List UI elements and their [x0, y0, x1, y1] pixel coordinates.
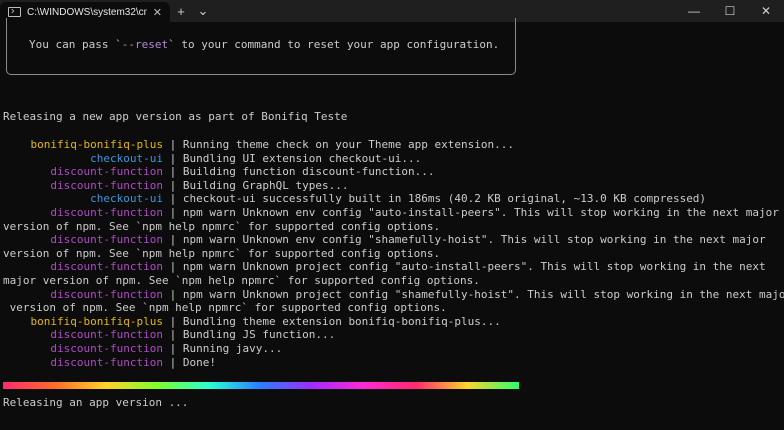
log-line: discount-function | Building function di… — [3, 165, 435, 179]
log-message: Done! — [182, 355, 216, 369]
close-button[interactable]: ✕ — [748, 0, 784, 22]
reset-flag: --reset — [121, 38, 169, 51]
log-separator: | — [163, 260, 183, 274]
log-line: discount-function | npm warn Unknown pro… — [3, 260, 766, 274]
log-source: discount-function — [50, 178, 163, 192]
log-source: checkout-ui — [90, 151, 163, 165]
maximize-button[interactable]: ☐ — [712, 0, 748, 22]
log-source: bonifiq-bonifiq-plus — [30, 314, 163, 328]
log-message: Running javy... — [182, 342, 283, 355]
log-source: discount-function — [50, 328, 163, 342]
log-separator: | — [163, 314, 183, 328]
log-message: version of npm. See `npm help npmrc` for… — [3, 301, 447, 315]
status-line: Releasing an app version ... — [3, 396, 189, 409]
log-separator: | — [163, 138, 183, 151]
log-separator: | — [163, 165, 183, 179]
log-line: discount-function | Bundling JS function… — [3, 328, 335, 342]
log-source: discount-function — [50, 355, 163, 369]
log-message: major version of npm. See `npm help npmr… — [3, 274, 480, 287]
log-source: discount-function — [50, 233, 163, 247]
log-separator: | — [163, 233, 183, 247]
log-line: checkout-ui | checkout-ui successfully b… — [3, 192, 706, 206]
log-line: checkout-ui | Bundling UI extension chec… — [3, 152, 421, 166]
log-line: major version of npm. See `npm help npmr… — [3, 274, 480, 288]
log-message: npm warn Unknown project config "shamefu… — [182, 287, 784, 301]
log-source: bonifiq-bonifiq-plus — [30, 138, 163, 151]
log-separator: | — [163, 328, 183, 342]
progress-bar — [3, 382, 519, 389]
info-text: You can pass `--reset` to your command t… — [29, 38, 499, 52]
log-line: discount-function | npm warn Unknown env… — [3, 233, 766, 247]
log-separator: | — [163, 151, 183, 165]
info-text-pre: You can pass ` — [29, 38, 122, 51]
terminal-icon — [8, 7, 21, 17]
log-message: Bundling UI extension checkout-ui... — [182, 151, 422, 165]
log-message: checkout-ui successfully built in 186ms … — [182, 192, 707, 206]
log-line: version of npm. See `npm help npmrc` for… — [3, 247, 440, 261]
minimize-button[interactable]: — — [676, 0, 712, 22]
tab-close-icon[interactable]: ✕ — [153, 6, 162, 19]
log-source: discount-function — [50, 260, 163, 274]
log-line: version of npm. See `npm help npmrc` for… — [3, 301, 447, 315]
release-heading: Releasing a new app version as part of B… — [3, 110, 348, 123]
tab-title: C:\WINDOWS\system32\cmd. — [27, 6, 147, 18]
log-separator: | — [163, 355, 183, 369]
log-line: bonifiq-bonifiq-plus | Running theme che… — [3, 138, 514, 152]
info-box: You can pass `--reset` to your command t… — [6, 18, 516, 75]
info-text-post: ` to your command to reset your app conf… — [168, 38, 500, 51]
log-source: discount-function — [50, 342, 163, 355]
log-separator: | — [163, 178, 183, 192]
log-message: npm warn Unknown project config "auto-in… — [182, 260, 766, 274]
log-message: Bundling JS function... — [182, 328, 336, 342]
log-separator: | — [163, 287, 183, 301]
log-line: discount-function | Done! — [3, 356, 216, 370]
log-separator: | — [163, 342, 183, 355]
log-separator: | — [163, 192, 183, 206]
log-source: discount-function — [50, 165, 163, 179]
log-message: npm warn Unknown env config "auto-instal… — [182, 206, 779, 219]
log-message: Running theme check on your Theme app ex… — [182, 138, 515, 151]
log-message: version of npm. See `npm help npmrc` for… — [3, 219, 441, 233]
log-message: Building GraphQL types... — [182, 178, 349, 192]
log-line: discount-function | npm warn Unknown pro… — [3, 288, 784, 302]
log-message: Building function discount-function... — [182, 165, 435, 179]
log-line: discount-function | Building GraphQL typ… — [3, 179, 348, 193]
log-line: discount-function | npm warn Unknown env… — [3, 206, 779, 220]
log-message: version of npm. See `npm help npmrc` for… — [3, 246, 441, 260]
log-line: bonifiq-bonifiq-plus | Bundling theme ex… — [3, 315, 501, 329]
terminal-output[interactable]: You can pass `--reset` to your command t… — [0, 18, 784, 430]
log-line: discount-function | Running javy... — [3, 342, 282, 356]
log-line: version of npm. See `npm help npmrc` for… — [3, 220, 440, 234]
log-message: Bundling theme extension bonifiq-bonifiq… — [182, 314, 501, 328]
log-separator: | — [163, 206, 183, 219]
log-message: npm warn Unknown env config "shamefully-… — [182, 233, 766, 247]
log-source: discount-function — [50, 206, 163, 219]
log-source: checkout-ui — [90, 192, 163, 206]
log-source: discount-function — [50, 287, 163, 301]
